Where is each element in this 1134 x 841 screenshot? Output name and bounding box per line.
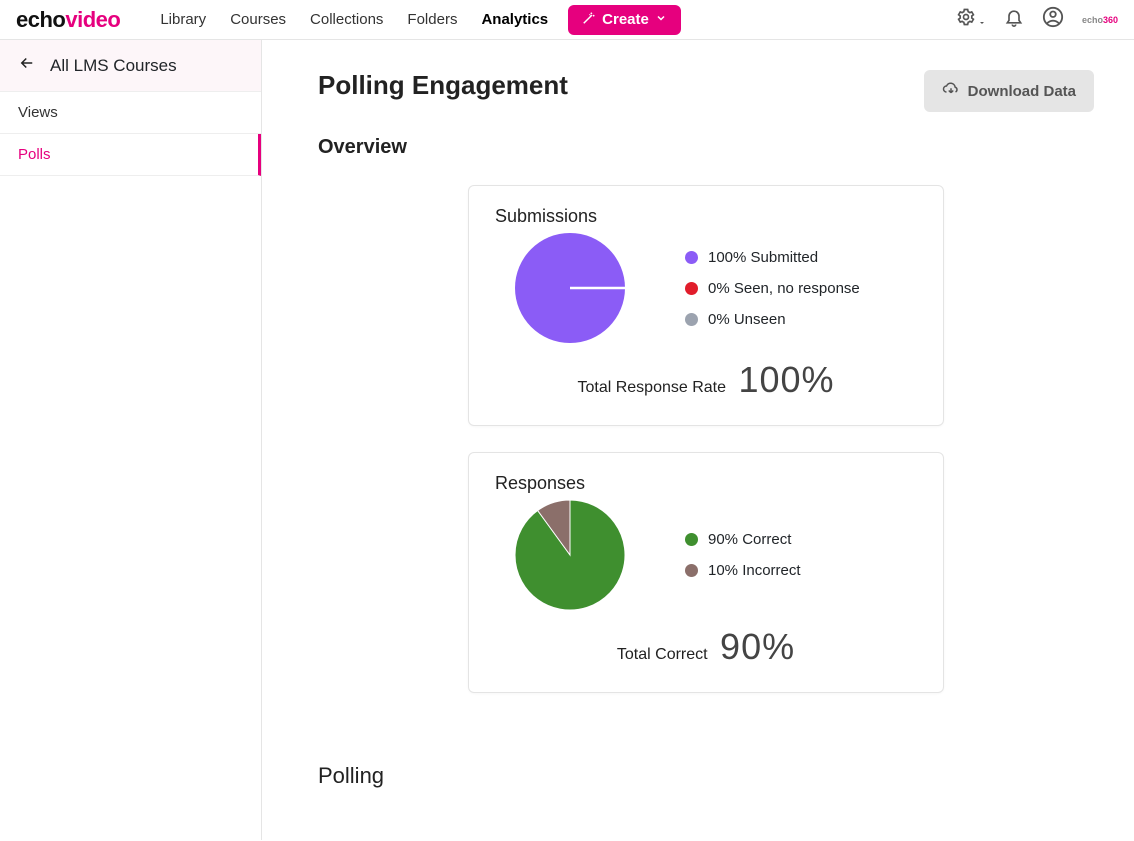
page-title: Polling Engagement — [318, 70, 568, 101]
chevron-down-icon — [655, 11, 667, 28]
nav-item-folders[interactable]: Folders — [407, 11, 457, 28]
download-data-button[interactable]: Download Data — [924, 70, 1094, 112]
responses-summary-value: 90% — [720, 626, 795, 667]
create-button[interactable]: Create — [568, 5, 681, 35]
top-nav: echovideo Library Courses Collections Folde… — [0, 0, 1134, 40]
nav-item-courses[interactable]: Courses — [230, 11, 286, 28]
responses-title: Responses — [495, 473, 917, 494]
submissions-pie — [495, 233, 645, 343]
responses-pie — [495, 500, 645, 610]
bell-icon[interactable] — [1004, 7, 1024, 32]
main-content: Polling Engagement Download Data Overvie… — [262, 40, 1134, 840]
legend-label: 0% Seen, no response — [708, 280, 860, 297]
sidebar: All LMS Courses ViewsPolls — [0, 40, 262, 840]
legend-label: 0% Unseen — [708, 311, 786, 328]
responses-legend: 90% Correct 10% Incorrect — [685, 531, 801, 579]
responses-summary-label: Total Correct — [617, 646, 708, 663]
arrow-left-icon — [18, 54, 36, 77]
submissions-summary: Total Response Rate 100% — [495, 359, 917, 401]
responses-card: Responses 90% Correct 10% Incorrect Total… — [468, 452, 944, 693]
brand-logo[interactable]: echovideo — [16, 7, 120, 33]
legend-label: 10% Incorrect — [708, 562, 801, 579]
download-label: Download Data — [968, 83, 1076, 100]
nav-item-analytics[interactable]: Analytics — [481, 11, 548, 28]
wand-icon — [582, 11, 596, 29]
sidebar-back-all-courses[interactable]: All LMS Courses — [0, 40, 261, 92]
legend-item: 0% Unseen — [685, 311, 860, 328]
submissions-summary-label: Total Response Rate — [577, 379, 726, 396]
nav-links: Library Courses Collections Folders Analytic… — [160, 11, 548, 28]
legend-swatch — [685, 313, 698, 326]
submissions-summary-value: 100% — [738, 359, 834, 400]
legend-swatch — [685, 533, 698, 546]
polling-heading: Polling — [318, 763, 1094, 789]
legend-item: 0% Seen, no response — [685, 280, 860, 297]
legend-swatch — [685, 564, 698, 577]
nav-item-library[interactable]: Library — [160, 11, 206, 28]
submissions-legend: 100% Submitted 0% Seen, no response 0% Uns… — [685, 249, 860, 328]
create-label: Create — [602, 11, 649, 28]
legend-item: 100% Submitted — [685, 249, 860, 266]
submissions-card: Submissions 100% Submitted 0% Seen, no re… — [468, 185, 944, 426]
legend-item: 90% Correct — [685, 531, 801, 548]
sidebar-header-label: All LMS Courses — [50, 56, 177, 76]
overview-heading: Overview — [318, 136, 1094, 159]
nav-item-collections[interactable]: Collections — [310, 11, 383, 28]
submissions-title: Submissions — [495, 206, 917, 227]
responses-summary: Total Correct 90% — [495, 626, 917, 668]
profile-icon[interactable] — [1042, 6, 1064, 33]
brand-part1: echo — [16, 7, 65, 32]
gear-icon[interactable] — [956, 7, 986, 32]
legend-swatch — [685, 282, 698, 295]
top-icons: echo360 — [956, 6, 1119, 33]
legend-item: 10% Incorrect — [685, 562, 801, 579]
sidebar-item-polls[interactable]: Polls — [0, 134, 261, 176]
brand-part2: video — [65, 7, 120, 32]
legend-label: 90% Correct — [708, 531, 791, 548]
cloud-download-icon — [942, 80, 960, 102]
sidebar-item-views[interactable]: Views — [0, 92, 261, 134]
legend-label: 100% Submitted — [708, 249, 818, 266]
legend-swatch — [685, 251, 698, 264]
mini-brand: echo360 — [1082, 15, 1118, 25]
